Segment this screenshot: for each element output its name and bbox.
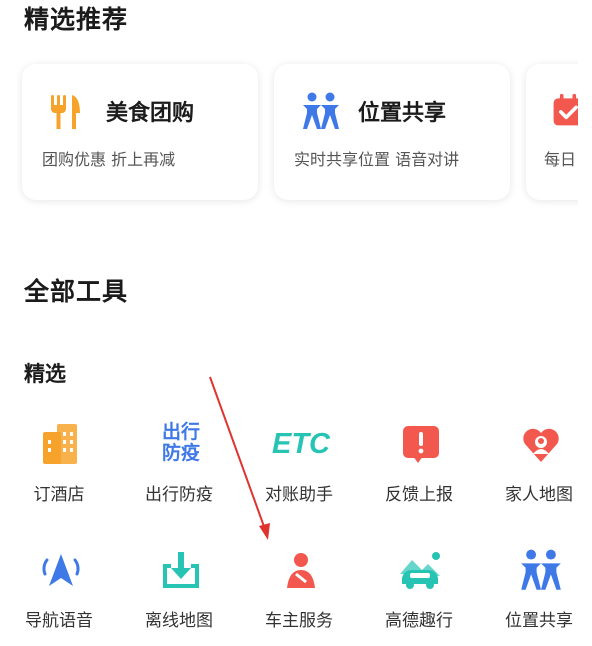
tool-location-share[interactable]: 位置共享 [489,548,578,646]
tool-label: 位置共享 [505,611,573,631]
tool-label: 家人地图 [505,485,573,505]
navigation-voice-icon [42,554,80,586]
etc-text-icon: ETC [272,428,330,460]
hotel-building-icon [43,424,77,464]
card-subtitle: 实时共享位置 语音对讲 [294,150,460,169]
card-food-group-buy[interactable]: 美食团购 团购优惠 折上再减 [22,64,258,200]
tool-feedback-report[interactable]: 反馈上报 [369,422,469,532]
card-title: 美食团购 [106,101,195,126]
card-title: 位置共享 [358,101,447,126]
fork-knife-icon [51,95,80,129]
tool-family-map[interactable]: 家人地图 [489,422,578,532]
tool-book-hotel[interactable]: 订酒店 [9,422,109,532]
car-owner-service-icon [287,553,315,588]
card-subtitle: 团购优惠 折上再减 [42,150,176,169]
offline-map-download-icon [163,552,199,588]
card-subtitle: 每日 [544,150,577,169]
tool-car-owner-service[interactable]: 车主服务 [249,548,349,646]
content-area: 精选推荐 美食团购 团购优惠 折上再减 位置共享 实时共享位置 语音对讲 每日 [0,0,578,646]
tool-travel-epidemic[interactable]: 出行 防疫 出行防疫 [129,422,229,532]
travel-epidemic-text-icon: 出行 防疫 [157,422,205,466]
all-tools-title: 全部工具 [24,277,129,306]
location-share-people-icon [521,549,561,590]
tool-label: 高德趣行 [385,611,453,631]
featured-section-title: 精选推荐 [24,5,129,34]
tool-label: 出行防疫 [145,485,213,505]
amap-fun-trip-icon [400,552,440,589]
calendar-check-icon [553,93,578,126]
tool-offline-map[interactable]: 离线地图 [129,548,229,646]
tool-amap-fun-trip[interactable]: 高德趣行 [369,548,469,646]
family-map-heart-icon [523,428,559,462]
tool-label: 导航语音 [25,611,93,631]
feedback-alert-icon [403,426,439,463]
tool-label: 离线地图 [145,611,213,631]
tool-navigation-voice[interactable]: 导航语音 [9,548,109,646]
two-people-icon [303,92,339,129]
card-location-share[interactable]: 位置共享 实时共享位置 语音对讲 [274,64,510,200]
icon-text-line: 防疫 [161,442,200,464]
tool-label: 订酒店 [33,485,85,505]
tool-label: 反馈上报 [385,485,453,505]
card-daily[interactable]: 每日 [526,64,578,200]
icon-text-line: 出行 [161,421,200,443]
tool-label: 对账助手 [265,485,333,505]
tool-reconcile-assistant[interactable]: ETC 对账助手 [249,422,349,532]
selected-subsection-title: 精选 [24,362,66,386]
tool-label: 车主服务 [265,611,333,631]
